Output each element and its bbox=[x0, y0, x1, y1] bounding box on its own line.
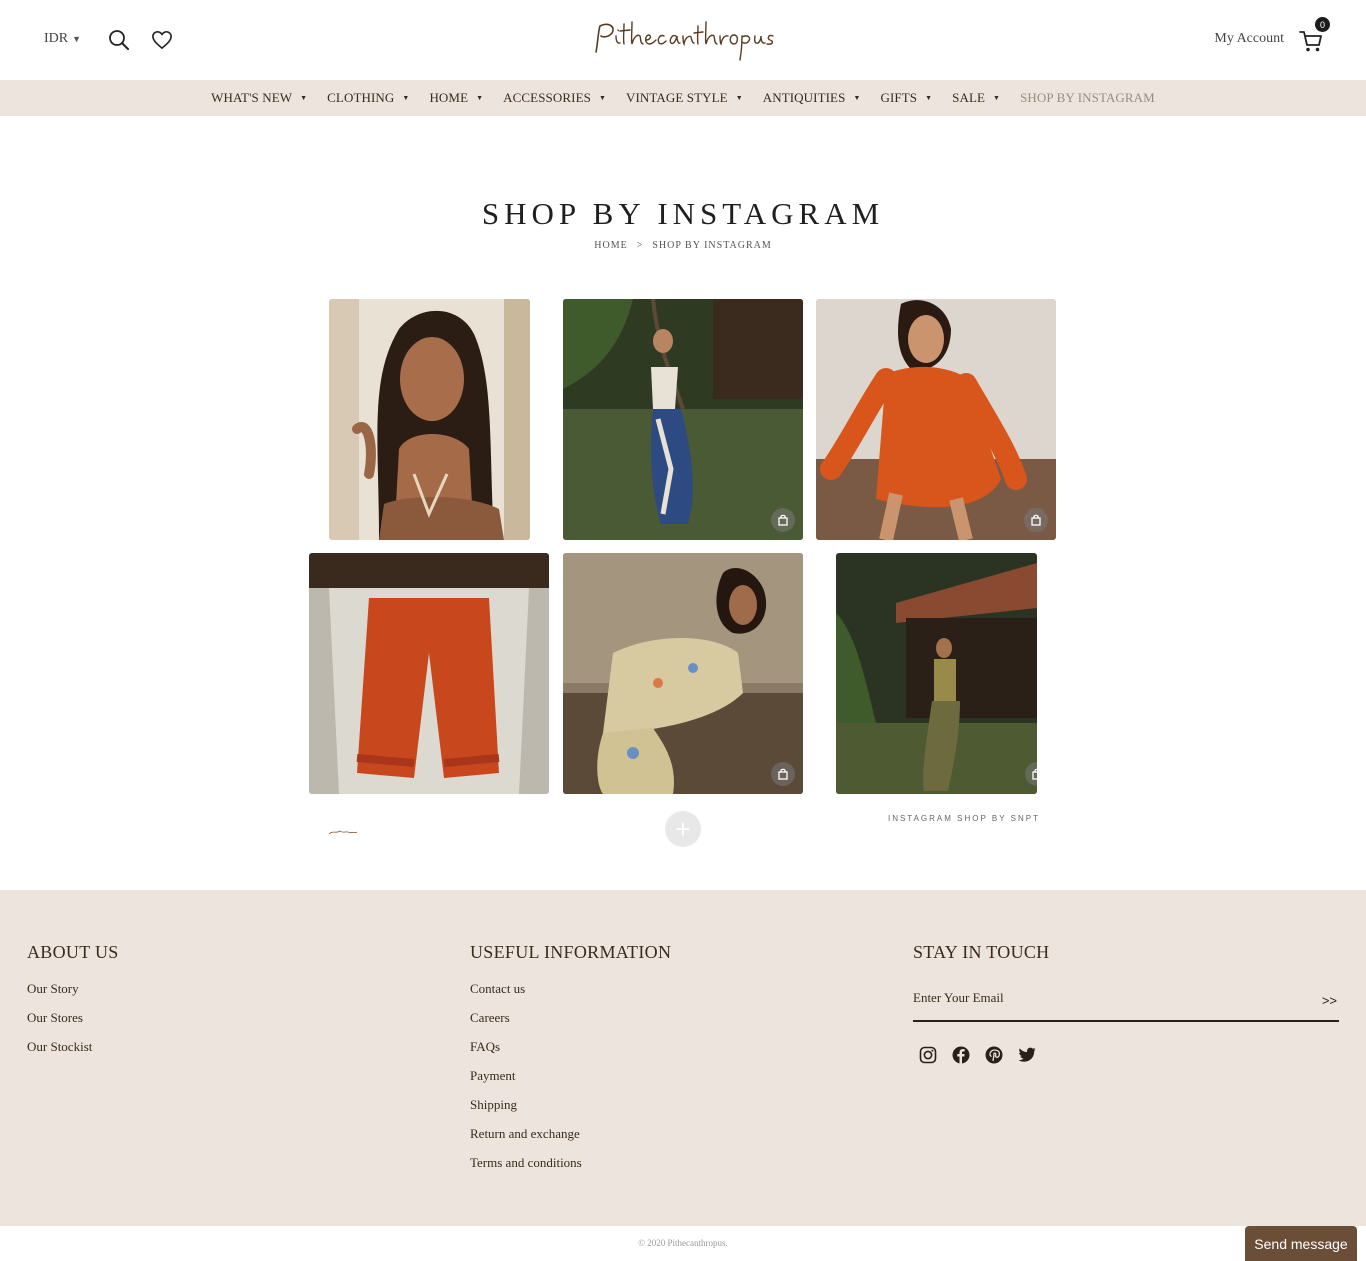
twitter-icon[interactable] bbox=[1017, 1045, 1037, 1065]
dropdown-arrow-icon: ▼ bbox=[925, 94, 933, 102]
nav-clothing[interactable]: CLOTHING ▼ bbox=[327, 90, 409, 106]
footer-about-column: ABOUT US Our Story Our Stores Our Stocki… bbox=[27, 942, 119, 1067]
footer-heading: STAY IN TOUCH bbox=[913, 942, 1050, 962]
instagram-photo[interactable] bbox=[563, 299, 803, 540]
instagram-icon[interactable] bbox=[918, 1045, 938, 1065]
shopping-bag-icon[interactable] bbox=[771, 508, 795, 532]
breadcrumb-separator: > bbox=[636, 240, 644, 251]
page-title: SHOP BY INSTAGRAM bbox=[481, 196, 885, 231]
instagram-photo[interactable] bbox=[836, 553, 1037, 794]
dropdown-arrow-icon: ▼ bbox=[300, 94, 308, 102]
pinterest-icon[interactable] bbox=[984, 1045, 1004, 1065]
main-nav: WHAT'S NEW ▼ CLOTHING ▼ HOME ▼ ACCESSORIES ▼… bbox=[0, 80, 1366, 116]
footer-link-return[interactable]: Return and exchange bbox=[470, 1125, 671, 1154]
caret-down-icon: ▼ bbox=[72, 34, 82, 44]
social-links bbox=[918, 1045, 1037, 1065]
footer-link-faqs[interactable]: FAQs bbox=[470, 1038, 671, 1067]
instagram-photo[interactable] bbox=[329, 299, 530, 540]
footer-link-our-story[interactable]: Our Story bbox=[27, 980, 119, 1009]
footer-link-shipping[interactable]: Shipping bbox=[470, 1096, 671, 1125]
nav-sale[interactable]: SALE ▼ bbox=[952, 90, 1000, 106]
nav-shop-by-instagram[interactable]: SHOP BY INSTAGRAM bbox=[1020, 90, 1155, 106]
dropdown-arrow-icon: ▼ bbox=[402, 94, 410, 102]
currency-selector[interactable]: IDR ▼ bbox=[44, 31, 81, 47]
load-more-button[interactable]: + bbox=[665, 811, 701, 847]
nav-label: GIFTS bbox=[880, 90, 918, 105]
footer-link-contact[interactable]: Contact us bbox=[470, 980, 671, 1009]
footer-link-our-stores[interactable]: Our Stores bbox=[27, 1009, 119, 1038]
dropdown-arrow-icon: ▼ bbox=[476, 94, 484, 102]
nav-label: VINTAGE STYLE bbox=[625, 90, 728, 105]
nav-vintage-style[interactable]: VINTAGE STYLE ▼ bbox=[626, 90, 743, 106]
site-footer: ABOUT US Our Story Our Stores Our Stocki… bbox=[0, 890, 1366, 1226]
shopping-bag-icon[interactable] bbox=[771, 762, 795, 786]
footer-link-careers[interactable]: Careers bbox=[470, 1009, 671, 1038]
breadcrumb-home[interactable]: HOME bbox=[594, 240, 627, 251]
heart-icon[interactable] bbox=[150, 28, 174, 52]
nav-label: SALE bbox=[952, 90, 986, 105]
currency-label: IDR bbox=[44, 31, 69, 46]
send-message-button[interactable]: Send message bbox=[1245, 1226, 1357, 1261]
nav-label: ACCESSORIES bbox=[503, 90, 591, 105]
instagram-credit[interactable]: INSTAGRAM SHOP BY SNPT bbox=[880, 814, 1040, 823]
copyright-text: © 2020 Pithecanthropus. bbox=[638, 1238, 728, 1248]
nav-label: ANTIQUITIES bbox=[762, 90, 846, 105]
my-account-link[interactable]: My Account bbox=[1214, 31, 1284, 47]
dropdown-arrow-icon: ▼ bbox=[598, 94, 606, 102]
cart-count-badge: 0 bbox=[1315, 17, 1330, 32]
dropdown-arrow-icon: ▼ bbox=[853, 94, 861, 102]
instagram-photo[interactable] bbox=[563, 553, 803, 794]
search-icon[interactable] bbox=[107, 28, 131, 52]
dropdown-arrow-icon: ▼ bbox=[993, 94, 1001, 102]
footer-heading: ABOUT US bbox=[27, 942, 119, 962]
footer-heading: USEFUL INFORMATION bbox=[470, 942, 672, 962]
site-header: IDR ▼ My Account 0 bbox=[0, 0, 1366, 80]
instagram-photo[interactable] bbox=[816, 299, 1056, 540]
newsletter-form: >> bbox=[913, 983, 1339, 1022]
nav-accessories[interactable]: ACCESSORIES ▼ bbox=[503, 90, 606, 106]
email-submit-button[interactable]: >> bbox=[1322, 993, 1337, 1008]
dropdown-arrow-icon: ▼ bbox=[735, 94, 743, 102]
nav-whats-new[interactable]: WHAT'S NEW ▼ bbox=[211, 90, 307, 106]
nav-antiquities[interactable]: ANTIQUITIES ▼ bbox=[763, 90, 861, 106]
nav-gifts[interactable]: GIFTS ▼ bbox=[880, 90, 932, 106]
nav-label: HOME bbox=[429, 90, 469, 105]
bottom-bar: © 2020 Pithecanthropus. Send message bbox=[0, 1226, 1366, 1261]
footer-link-our-stockist[interactable]: Our Stockist bbox=[27, 1038, 119, 1067]
instagram-photo[interactable] bbox=[309, 553, 549, 794]
cart-icon[interactable] bbox=[1298, 28, 1324, 54]
footer-link-terms[interactable]: Terms and conditions bbox=[470, 1154, 671, 1183]
footer-link-payment[interactable]: Payment bbox=[470, 1067, 671, 1096]
footer-touch-column: STAY IN TOUCH bbox=[913, 942, 1049, 980]
brand-logo[interactable] bbox=[590, 16, 776, 64]
footer-info-column: USEFUL INFORMATION Contact us Careers FA… bbox=[470, 942, 671, 1183]
email-input[interactable] bbox=[913, 990, 1293, 1006]
breadcrumb: HOME > SHOP BY INSTAGRAM bbox=[0, 240, 1366, 251]
nav-label: CLOTHING bbox=[327, 90, 395, 105]
shopping-bag-icon[interactable] bbox=[1024, 508, 1048, 532]
nav-home[interactable]: HOME ▼ bbox=[429, 90, 483, 106]
facebook-icon[interactable] bbox=[951, 1045, 971, 1065]
breadcrumb-current: SHOP BY INSTAGRAM bbox=[652, 240, 772, 251]
nav-label: WHAT'S NEW bbox=[211, 90, 293, 105]
mini-brand-logo bbox=[328, 823, 358, 835]
nav-label: SHOP BY INSTAGRAM bbox=[1020, 90, 1155, 105]
